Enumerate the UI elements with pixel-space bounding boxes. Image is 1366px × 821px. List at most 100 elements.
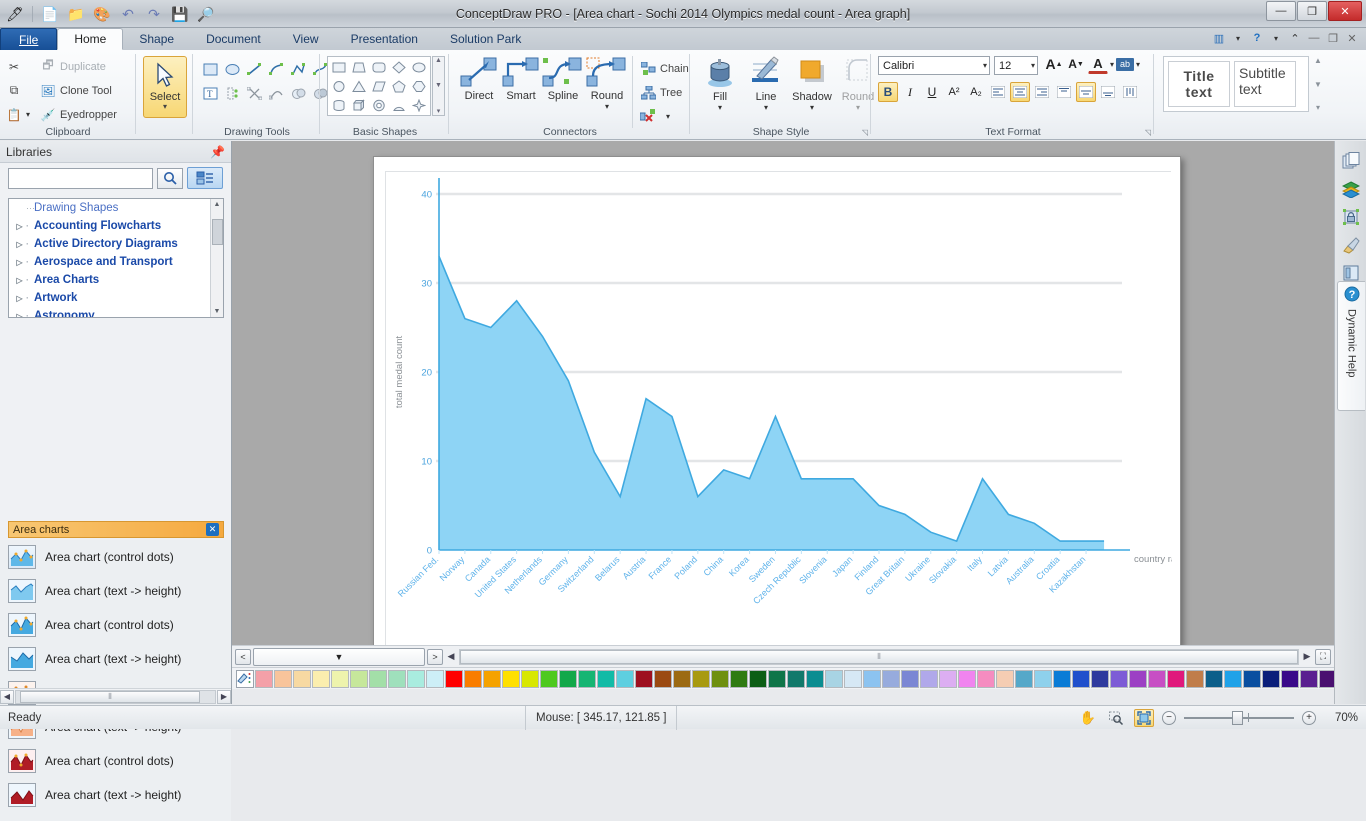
color-swatch[interactable] bbox=[1110, 670, 1128, 688]
connector-spline-button[interactable]: Spline bbox=[542, 56, 584, 102]
font-color-button[interactable]: A bbox=[1088, 54, 1108, 74]
color-swatch[interactable] bbox=[977, 670, 995, 688]
bold-button[interactable]: B bbox=[878, 82, 898, 102]
color-swatch[interactable] bbox=[711, 670, 729, 688]
canvas-horizontal-scrollbar-row[interactable]: < ▼ > ◀ ⦀ ▶ ⛶ bbox=[232, 645, 1334, 667]
fragment-tool-icon[interactable] bbox=[244, 82, 264, 104]
subscript-button[interactable]: A₂ bbox=[966, 82, 986, 102]
color-swatch[interactable] bbox=[882, 670, 900, 688]
ribbon-right-controls[interactable]: ▥ ▾ ? ▾ ⌃ — ❐ ✕ bbox=[1211, 30, 1360, 46]
document-page[interactable]: 010203040 Russian Fed.NorwayCanadaUnited… bbox=[373, 156, 1181, 645]
color-swatch[interactable] bbox=[464, 670, 482, 688]
dynamic-help-tab[interactable]: ? Dynamic Help bbox=[1337, 281, 1365, 411]
scroll-right-icon[interactable]: ▶ bbox=[1301, 651, 1313, 662]
tree-scroll-down-icon[interactable]: ▼ bbox=[214, 308, 221, 315]
library-tab-area-charts[interactable]: Area charts ✕ bbox=[8, 521, 224, 538]
color-swatch[interactable] bbox=[616, 670, 634, 688]
color-swatch[interactable] bbox=[1224, 670, 1242, 688]
color-swatch[interactable] bbox=[1129, 670, 1147, 688]
color-swatch[interactable] bbox=[635, 670, 653, 688]
chevron-right-icon[interactable]: ▷ bbox=[13, 258, 26, 267]
font-size-combobox[interactable]: 12 ▾ bbox=[994, 56, 1038, 75]
scroll-left-icon[interactable]: ◀ bbox=[0, 690, 14, 704]
scroll-left-icon[interactable]: ◀ bbox=[445, 651, 457, 662]
color-swatch[interactable] bbox=[369, 670, 387, 688]
superscript-button[interactable]: A² bbox=[944, 82, 964, 102]
text-styles-gallery[interactable]: Title text Subtitle text bbox=[1163, 56, 1309, 112]
close-button[interactable]: ✕ bbox=[1328, 1, 1362, 21]
zoom-slider-thumb[interactable] bbox=[1232, 711, 1243, 725]
shape-pentagon-icon[interactable] bbox=[389, 77, 409, 96]
shape-cube-icon[interactable] bbox=[349, 96, 369, 115]
color-swatch[interactable] bbox=[920, 670, 938, 688]
shape-style-dialog-launcher[interactable]: ◹ bbox=[862, 128, 868, 137]
color-swatch[interactable] bbox=[1091, 670, 1109, 688]
minimize-button[interactable]: — bbox=[1266, 1, 1296, 21]
select-tool-button[interactable]: Select ▾ bbox=[143, 56, 187, 118]
color-swatch[interactable] bbox=[388, 670, 406, 688]
color-swatch[interactable] bbox=[426, 670, 444, 688]
shape-circle-icon[interactable] bbox=[329, 77, 349, 96]
chevron-right-icon[interactable]: ▷ bbox=[13, 276, 26, 285]
color-wheel-icon[interactable]: 🎨 bbox=[91, 3, 113, 25]
open-folder-icon[interactable]: 📁 bbox=[65, 3, 87, 25]
connector-round-dropdown-icon[interactable]: ▾ bbox=[605, 102, 609, 111]
area-chart-shape[interactable]: 010203040 Russian Fed.NorwayCanadaUnited… bbox=[385, 171, 1171, 645]
right-dock[interactable]: ? Dynamic Help bbox=[1334, 141, 1366, 704]
styles-gallery-scroll[interactable]: ▲ ▼ ▾ bbox=[1311, 56, 1325, 112]
connector-smart-button[interactable]: Smart bbox=[500, 56, 542, 102]
canvas-scrollbar-track[interactable]: ⦀ bbox=[459, 649, 1299, 665]
line-button[interactable]: Line ▾ bbox=[743, 56, 789, 112]
align-left-button[interactable] bbox=[988, 82, 1008, 102]
tree-item-artwork[interactable]: ▷· Artwork bbox=[9, 289, 223, 307]
color-swatch[interactable] bbox=[1053, 670, 1071, 688]
restore-button[interactable]: ❐ bbox=[1297, 1, 1327, 21]
arc-tool-icon[interactable] bbox=[266, 58, 286, 80]
ribbon-tab-solution-park[interactable]: Solution Park bbox=[434, 28, 537, 50]
font-size-controls[interactable]: A▲ A▼ A ▾ ab ▾ bbox=[1044, 54, 1140, 74]
align-bottom-button[interactable] bbox=[1098, 82, 1118, 102]
list-item[interactable]: Area chart (text -> height) bbox=[0, 778, 231, 812]
shape-trapezoid-icon[interactable] bbox=[349, 58, 369, 77]
pin-icon[interactable]: 📌 bbox=[210, 145, 225, 159]
shadow-dropdown-icon[interactable]: ▾ bbox=[810, 103, 814, 112]
chain-button[interactable]: Chain bbox=[640, 58, 689, 79]
tree-item-accounting-flowcharts[interactable]: ▷· Accounting Flowcharts bbox=[9, 217, 223, 235]
shape-parallelogram-icon[interactable] bbox=[369, 77, 389, 96]
connection-point-tool-icon[interactable] bbox=[222, 82, 242, 104]
shape-triangle-icon[interactable] bbox=[349, 77, 369, 96]
align-top-button[interactable] bbox=[1054, 82, 1074, 102]
ribbon-tab-view[interactable]: View bbox=[277, 28, 335, 50]
shape-diamond-icon[interactable] bbox=[389, 58, 409, 77]
basic-shapes-scrollbar[interactable]: ▲ ▼ ▾ bbox=[432, 56, 445, 116]
select-dropdown-icon[interactable]: ▾ bbox=[163, 103, 167, 110]
tree-item-aerospace-and-transport[interactable]: ▷· Aerospace and Transport bbox=[9, 253, 223, 271]
color-swatch[interactable] bbox=[673, 670, 691, 688]
color-swatch[interactable] bbox=[350, 670, 368, 688]
ribbon-tab-shape[interactable]: Shape bbox=[123, 28, 190, 50]
color-swatch[interactable] bbox=[1243, 670, 1261, 688]
palette-options-button[interactable] bbox=[236, 670, 254, 688]
color-swatch[interactable] bbox=[1167, 670, 1185, 688]
zoom-in-button[interactable]: + bbox=[1302, 711, 1316, 725]
list-item[interactable]: Area chart (control dots) bbox=[0, 744, 231, 778]
undo-icon[interactable]: ↶ bbox=[117, 3, 139, 25]
color-swatch[interactable] bbox=[1186, 670, 1204, 688]
doc-close-icon[interactable]: ✕ bbox=[1344, 30, 1360, 46]
tree-item-active-directory-diagrams[interactable]: ▷· Active Directory Diagrams bbox=[9, 235, 223, 253]
font-family-combobox[interactable]: Calibri ▾ bbox=[878, 56, 990, 75]
color-swatch[interactable] bbox=[958, 670, 976, 688]
doc-minimize-icon[interactable]: — bbox=[1306, 30, 1322, 46]
tree-scroll-thumb[interactable] bbox=[212, 219, 223, 245]
doc-restore-icon[interactable]: ❐ bbox=[1325, 30, 1341, 46]
color-swatch[interactable] bbox=[1300, 670, 1318, 688]
paste-button[interactable]: 📋▾ bbox=[6, 104, 30, 125]
color-swatch[interactable] bbox=[540, 670, 558, 688]
library-view-toggle-button[interactable] bbox=[187, 167, 223, 189]
fit-page-button[interactable]: ⛶ bbox=[1315, 649, 1331, 665]
shape-hexagon-icon[interactable] bbox=[409, 77, 429, 96]
align-middle-button[interactable] bbox=[1076, 82, 1096, 102]
ellipse-tool-icon[interactable] bbox=[222, 58, 242, 80]
zoom-slider[interactable] bbox=[1184, 711, 1294, 725]
close-icon[interactable]: ✕ bbox=[206, 523, 219, 536]
